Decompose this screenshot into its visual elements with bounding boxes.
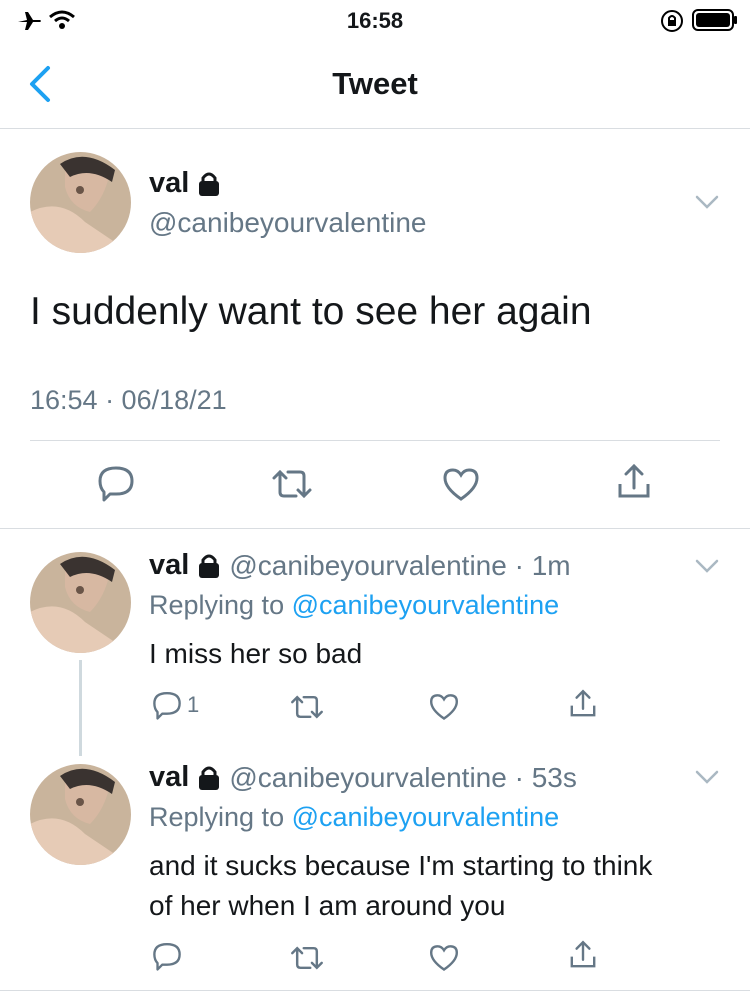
chevron-down-icon[interactable] [694,557,720,575]
avatar[interactable] [30,152,131,253]
replying-to-handle-link[interactable]: @canibeyourvalentine [292,802,560,832]
divider [0,990,750,991]
lock-icon [197,171,221,197]
orientation-lock-icon [660,9,684,33]
retweet-button[interactable] [289,943,325,973]
retweet-button[interactable] [289,692,325,722]
tweet-timestamp[interactable]: 16:54 · 06/18/21 [30,385,227,416]
reply-text: and it sucks because I'm starting to thi… [149,846,652,926]
share-button[interactable] [614,462,654,502]
page-title: Tweet [332,66,418,101]
divider [0,528,750,529]
avatar[interactable] [30,764,131,865]
avatar[interactable] [30,552,131,653]
reply-count: 1 [187,692,200,717]
heart-icon [428,692,460,721]
reply-icon [151,690,183,720]
reply-header: val @canibeyourvalentine · 53s [149,761,577,794]
author-handle[interactable]: @canibeyourvalentine · 1m [229,550,570,582]
reply-text-line: of her when I am around you [149,890,506,921]
reply-header: val @canibeyourvalentine · 1m [149,549,571,582]
author-name-row: val [149,167,221,200]
like-button[interactable] [441,466,481,502]
reply-icon [96,464,136,502]
replying-to: Replying to @canibeyourvalentine [149,802,559,833]
author-name[interactable]: val [149,167,189,200]
reply-button[interactable]: 1 [151,690,199,720]
replying-to-label: Replying to [149,802,292,832]
lock-icon [197,765,221,791]
author-name[interactable]: val [149,549,189,582]
heart-icon [441,466,481,502]
author-handle[interactable]: @canibeyourvalentine [149,207,426,239]
retweet-icon [270,466,314,502]
status-bar: 16:58 [0,0,750,44]
share-button[interactable] [567,939,599,971]
replying-to-handle-link[interactable]: @canibeyourvalentine [292,590,560,620]
status-time: 16:58 [346,8,404,33]
share-icon [614,462,654,502]
reply-button[interactable] [151,941,183,971]
reply-icon [151,941,183,971]
battery-icon [692,8,738,32]
divider [30,440,720,441]
reply-text-line: and it sucks because I'm starting to thi… [149,850,653,881]
author-name[interactable]: val [149,761,189,794]
share-icon [567,939,599,971]
replying-to-label: Replying to [149,590,292,620]
share-button[interactable] [567,688,599,720]
heart-icon [428,943,460,972]
reply-button[interactable] [96,464,136,502]
author-handle[interactable]: @canibeyourvalentine · 53s [229,762,577,794]
replying-to: Replying to @canibeyourvalentine [149,590,559,621]
chevron-down-icon[interactable] [694,768,720,786]
chevron-down-icon[interactable] [694,193,720,211]
retweet-icon [289,943,325,973]
thread-line [79,660,82,756]
retweet-button[interactable] [270,466,314,502]
lock-icon [197,553,221,579]
nav-bar: Tweet [0,44,750,129]
tweet-text: I suddenly want to see her again [30,290,592,333]
reply-text: I miss her so bad [149,638,363,669]
like-button[interactable] [428,943,460,972]
like-button[interactable] [428,692,460,721]
share-icon [567,688,599,720]
retweet-icon [289,692,325,722]
